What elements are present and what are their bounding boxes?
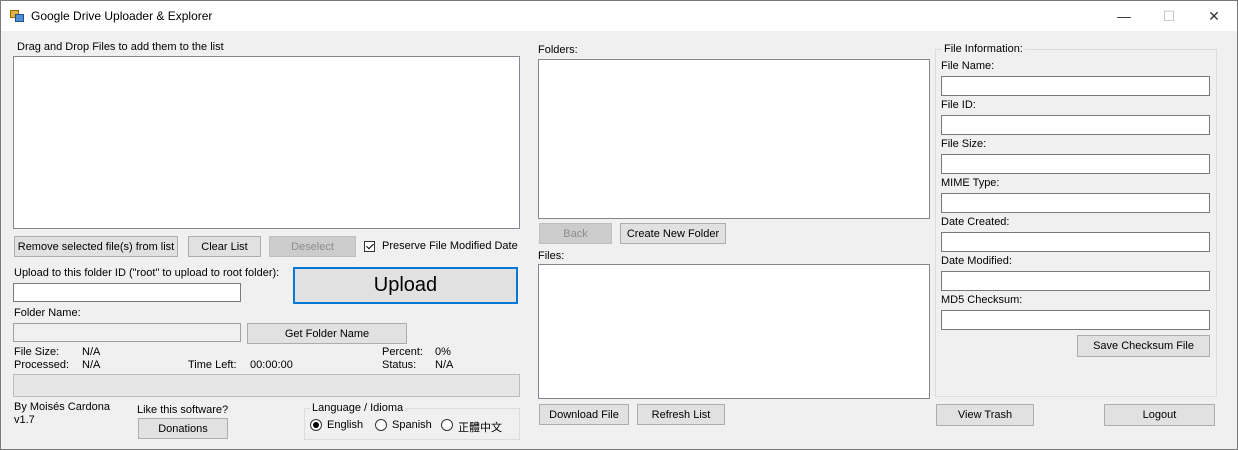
md5-checksum-field[interactable] bbox=[941, 310, 1210, 330]
folders-label: Folders: bbox=[538, 44, 578, 56]
preserve-date-checkbox[interactable] bbox=[364, 241, 375, 252]
preserve-date-label: Preserve File Modified Date bbox=[382, 240, 518, 252]
radio-english[interactable] bbox=[310, 419, 322, 431]
mime-type-field[interactable] bbox=[941, 193, 1210, 213]
time-left-value: 00:00:00 bbox=[250, 359, 293, 371]
processed-value: N/A bbox=[82, 359, 101, 371]
folder-id-label: Upload to this folder ID ("root" to uplo… bbox=[14, 267, 280, 279]
upload-progress-bar bbox=[13, 374, 520, 397]
app-icon bbox=[10, 10, 24, 22]
donations-button[interactable]: Donations bbox=[138, 418, 228, 439]
like-label: Like this software? bbox=[137, 404, 229, 416]
date-modified-label: Date Modified: bbox=[941, 255, 1012, 267]
folder-name-field bbox=[13, 323, 241, 342]
file-size-value: N/A bbox=[82, 346, 101, 358]
date-created-field[interactable] bbox=[941, 232, 1210, 252]
time-left-label: Time Left: bbox=[188, 359, 237, 371]
save-checksum-button[interactable]: Save Checksum File bbox=[1077, 335, 1210, 357]
maximize-button[interactable]: ☐ bbox=[1146, 1, 1192, 31]
date-modified-field[interactable] bbox=[941, 271, 1210, 291]
minimize-button[interactable]: — bbox=[1101, 1, 1147, 31]
app-window: Google Drive Uploader & Explorer — ☐ ✕ D… bbox=[0, 0, 1238, 450]
radio-english-label: English bbox=[327, 419, 364, 431]
refresh-list-button[interactable]: Refresh List bbox=[637, 404, 725, 425]
logout-button[interactable]: Logout bbox=[1104, 404, 1215, 426]
remove-selected-button[interactable]: Remove selected file(s) from list bbox=[14, 236, 178, 257]
dropzone-label: Drag and Drop Files to add them to the l… bbox=[17, 41, 224, 53]
get-folder-name-button[interactable]: Get Folder Name bbox=[247, 323, 407, 344]
file-size-label: File Size: bbox=[14, 346, 60, 358]
file-id-label: File ID: bbox=[941, 99, 976, 111]
radio-spanish-label: Spanish bbox=[392, 419, 432, 431]
folder-name-label: Folder Name: bbox=[14, 307, 81, 319]
file-id-field[interactable] bbox=[941, 115, 1210, 135]
back-button[interactable]: Back bbox=[539, 223, 612, 244]
processed-label: Processed: bbox=[14, 359, 70, 371]
close-button[interactable]: ✕ bbox=[1191, 1, 1237, 31]
radio-spanish[interactable] bbox=[375, 419, 387, 431]
author-label: By Moisés Cardona bbox=[14, 401, 110, 413]
file-name-label: File Name: bbox=[941, 60, 995, 72]
language-group-title: Language / Idioma bbox=[310, 402, 406, 414]
date-created-label: Date Created: bbox=[941, 216, 1010, 228]
folders-list[interactable] bbox=[538, 59, 930, 219]
percent-label: Percent: bbox=[382, 346, 423, 358]
file-size-info-label: File Size: bbox=[941, 138, 987, 150]
files-label: Files: bbox=[538, 250, 565, 262]
deselect-button[interactable]: Deselect bbox=[269, 236, 356, 257]
file-name-field[interactable] bbox=[941, 76, 1210, 96]
upload-file-list[interactable] bbox=[13, 56, 520, 229]
folder-id-input[interactable] bbox=[13, 283, 241, 302]
percent-value: 0% bbox=[435, 346, 451, 358]
files-list[interactable] bbox=[538, 264, 930, 399]
window-title: Google Drive Uploader & Explorer bbox=[31, 9, 213, 23]
status-value: N/A bbox=[435, 359, 454, 371]
clear-list-button[interactable]: Clear List bbox=[188, 236, 261, 257]
view-trash-button[interactable]: View Trash bbox=[936, 404, 1034, 426]
file-size-field[interactable] bbox=[941, 154, 1210, 174]
mime-type-label: MIME Type: bbox=[941, 177, 1000, 189]
download-file-button[interactable]: Download File bbox=[539, 404, 629, 425]
title-bar: Google Drive Uploader & Explorer — ☐ ✕ bbox=[1, 1, 1237, 31]
upload-button[interactable]: Upload bbox=[293, 267, 518, 304]
file-info-title: File Information: bbox=[942, 43, 1025, 55]
md5-checksum-label: MD5 Checksum: bbox=[941, 294, 1023, 306]
status-label: Status: bbox=[382, 359, 417, 371]
radio-chinese[interactable] bbox=[441, 419, 453, 431]
create-folder-button[interactable]: Create New Folder bbox=[620, 223, 726, 244]
radio-chinese-label: 正體中文 bbox=[458, 422, 502, 434]
version-label: v1.7 bbox=[14, 414, 35, 426]
